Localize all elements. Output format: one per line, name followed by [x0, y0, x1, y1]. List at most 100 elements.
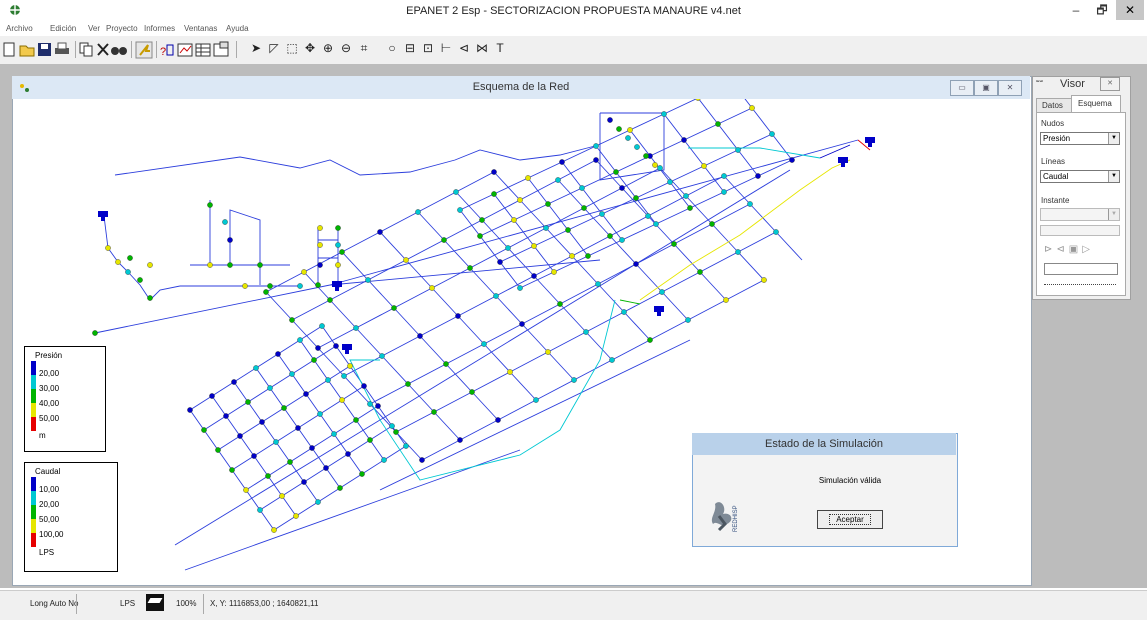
animation-controls[interactable]: ⊳⊲▣▷	[1044, 244, 1094, 255]
pipe[interactable]	[457, 295, 497, 317]
pipe[interactable]	[611, 339, 651, 361]
pipe[interactable]	[381, 355, 409, 385]
pipe[interactable]	[407, 383, 435, 413]
junction-node[interactable]	[443, 361, 449, 367]
pipe[interactable]	[499, 245, 535, 263]
junction-node[interactable]	[709, 221, 715, 227]
pipe[interactable]	[349, 299, 616, 481]
pipe[interactable]	[495, 295, 523, 325]
junction-node[interactable]	[315, 282, 321, 288]
pipe[interactable]	[521, 323, 549, 353]
tank-symbol[interactable]	[865, 137, 875, 147]
junction-node[interactable]	[519, 321, 525, 327]
pipe[interactable]	[775, 231, 803, 261]
pipe[interactable]	[239, 435, 255, 457]
pipe[interactable]	[211, 381, 235, 397]
junction-node[interactable]	[477, 233, 483, 239]
minimize-button[interactable]: –	[1062, 0, 1090, 20]
table-icon[interactable]	[195, 43, 211, 57]
pipe[interactable]	[291, 299, 331, 321]
pipe[interactable]	[567, 229, 589, 257]
pipe[interactable]	[369, 439, 385, 461]
options-icon[interactable]	[213, 41, 229, 57]
pipe[interactable]	[239, 421, 263, 437]
pipe[interactable]	[609, 215, 649, 237]
junction-node[interactable]	[565, 227, 571, 233]
junction-node[interactable]	[279, 493, 285, 499]
junction-node[interactable]	[207, 202, 213, 208]
pipe[interactable]	[419, 335, 447, 365]
flow-legend[interactable]: Caudal 10,00 20,00 50,00 100,00 LPS	[24, 462, 118, 572]
pipe[interactable]	[269, 373, 293, 389]
pipe[interactable]	[261, 407, 285, 423]
junction-node[interactable]	[209, 393, 215, 399]
pipe[interactable]	[649, 139, 685, 157]
pipe[interactable]	[599, 112, 665, 181]
junction-node[interactable]	[215, 447, 221, 453]
junction-node[interactable]	[265, 473, 271, 479]
pipe[interactable]	[217, 435, 241, 451]
junction-node[interactable]	[289, 317, 295, 323]
close-button[interactable]: ✕	[1116, 0, 1144, 20]
pipe[interactable]	[533, 229, 569, 247]
junction-node[interactable]	[325, 377, 331, 383]
junction-node[interactable]	[661, 111, 667, 117]
junction-node[interactable]	[491, 191, 497, 197]
pipe[interactable]	[393, 287, 433, 309]
pipe[interactable]	[305, 393, 321, 415]
pipe[interactable]	[499, 261, 521, 289]
junction-node[interactable]	[245, 399, 251, 405]
junction-node[interactable]	[453, 189, 459, 195]
pipe[interactable]	[559, 283, 599, 305]
pipe[interactable]	[509, 371, 537, 401]
select-vertex-icon[interactable]: ◸	[266, 40, 282, 56]
junction-node[interactable]	[531, 273, 537, 279]
pipe[interactable]	[457, 315, 485, 345]
junction-node[interactable]	[243, 487, 249, 493]
pipe[interactable]	[723, 175, 759, 193]
junction-node[interactable]	[493, 293, 499, 299]
pipe[interactable]	[431, 267, 471, 289]
pipe[interactable]	[347, 439, 371, 455]
junction-node[interactable]	[273, 439, 279, 445]
pipe[interactable]	[635, 243, 675, 265]
junction-node[interactable]	[317, 242, 323, 248]
pipe[interactable]	[623, 311, 651, 341]
junction-node[interactable]	[393, 429, 399, 435]
pipe[interactable]	[417, 211, 445, 241]
junction-node[interactable]	[627, 127, 633, 133]
junction-node[interactable]	[557, 301, 563, 307]
pipe[interactable]	[225, 401, 249, 417]
junction-node[interactable]	[525, 175, 531, 181]
pipe[interactable]	[211, 395, 227, 417]
junction-node[interactable]	[339, 249, 345, 255]
pipe[interactable]	[513, 203, 549, 221]
time-select[interactable]: ▼	[1040, 208, 1120, 221]
junction-node[interactable]	[633, 195, 639, 201]
pipe[interactable]	[527, 161, 563, 179]
pipe[interactable]	[395, 411, 435, 433]
junction-node[interactable]	[543, 225, 549, 231]
pipe[interactable]	[513, 219, 535, 247]
junction-node[interactable]	[761, 277, 767, 283]
pipe[interactable]	[732, 99, 753, 109]
pipe[interactable]	[649, 319, 689, 341]
junction-node[interactable]	[467, 265, 473, 271]
pipe[interactable]	[573, 359, 613, 381]
tank-symbol[interactable]	[654, 306, 664, 316]
open-icon[interactable]	[19, 45, 35, 57]
junction-node[interactable]	[659, 289, 665, 295]
pipe[interactable]	[683, 123, 719, 141]
junction-node[interactable]	[687, 205, 693, 211]
pipe[interactable]	[673, 243, 701, 273]
pipe[interactable]	[669, 165, 705, 183]
junction-node[interactable]	[327, 297, 333, 303]
junction-node[interactable]	[681, 137, 687, 143]
pipe[interactable]	[253, 441, 277, 457]
junction-node[interactable]	[227, 237, 233, 243]
pipe[interactable]	[355, 307, 395, 329]
menu-edicion[interactable]: Edición	[50, 22, 76, 36]
pipe[interactable]	[261, 421, 277, 443]
junction-node[interactable]	[317, 411, 323, 417]
pipe[interactable]	[533, 275, 561, 305]
